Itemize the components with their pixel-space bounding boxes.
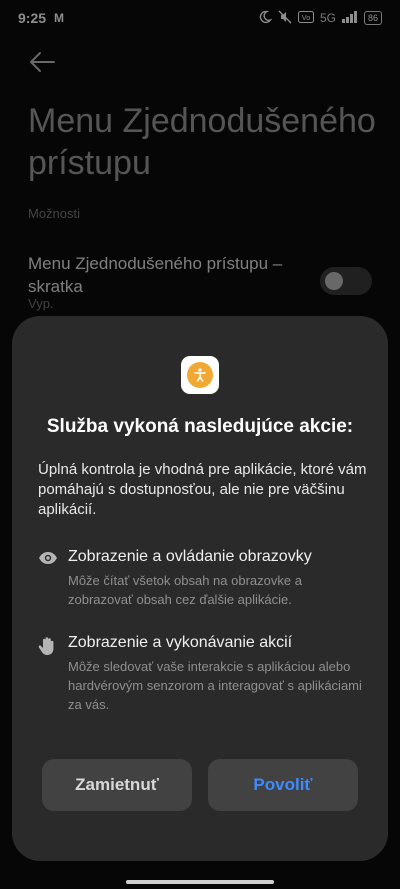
permission-dialog: Služba vykoná nasledujúce akcie: Úplná k… <box>12 316 388 861</box>
screen: 9:25 M Vo 5G 86 Menu Zjednodušeného prís… <box>0 0 400 889</box>
eye-icon <box>38 550 58 570</box>
dialog-body: Úplná kontrola je vhodná pre aplikácie, … <box>38 461 367 518</box>
allow-button[interactable]: Povoliť <box>208 759 358 811</box>
hand-icon <box>38 636 58 656</box>
home-indicator[interactable] <box>126 880 274 884</box>
accessibility-app-icon <box>181 356 219 394</box>
permission-title: Zobrazenie a ovládanie obrazovky <box>68 548 312 565</box>
permission-description: Môže sledovať vaše interakcie s aplikáci… <box>68 659 362 712</box>
permission-title: Zobrazenie a vykonávanie akcií <box>68 634 293 651</box>
accessibility-icon <box>187 362 213 388</box>
dialog-title: Služba vykoná nasledujúce akcie: <box>46 416 354 437</box>
deny-button[interactable]: Zamietnuť <box>42 759 192 811</box>
permission-description: Môže čítať všetok obsah na obrazovke a z… <box>68 573 302 607</box>
